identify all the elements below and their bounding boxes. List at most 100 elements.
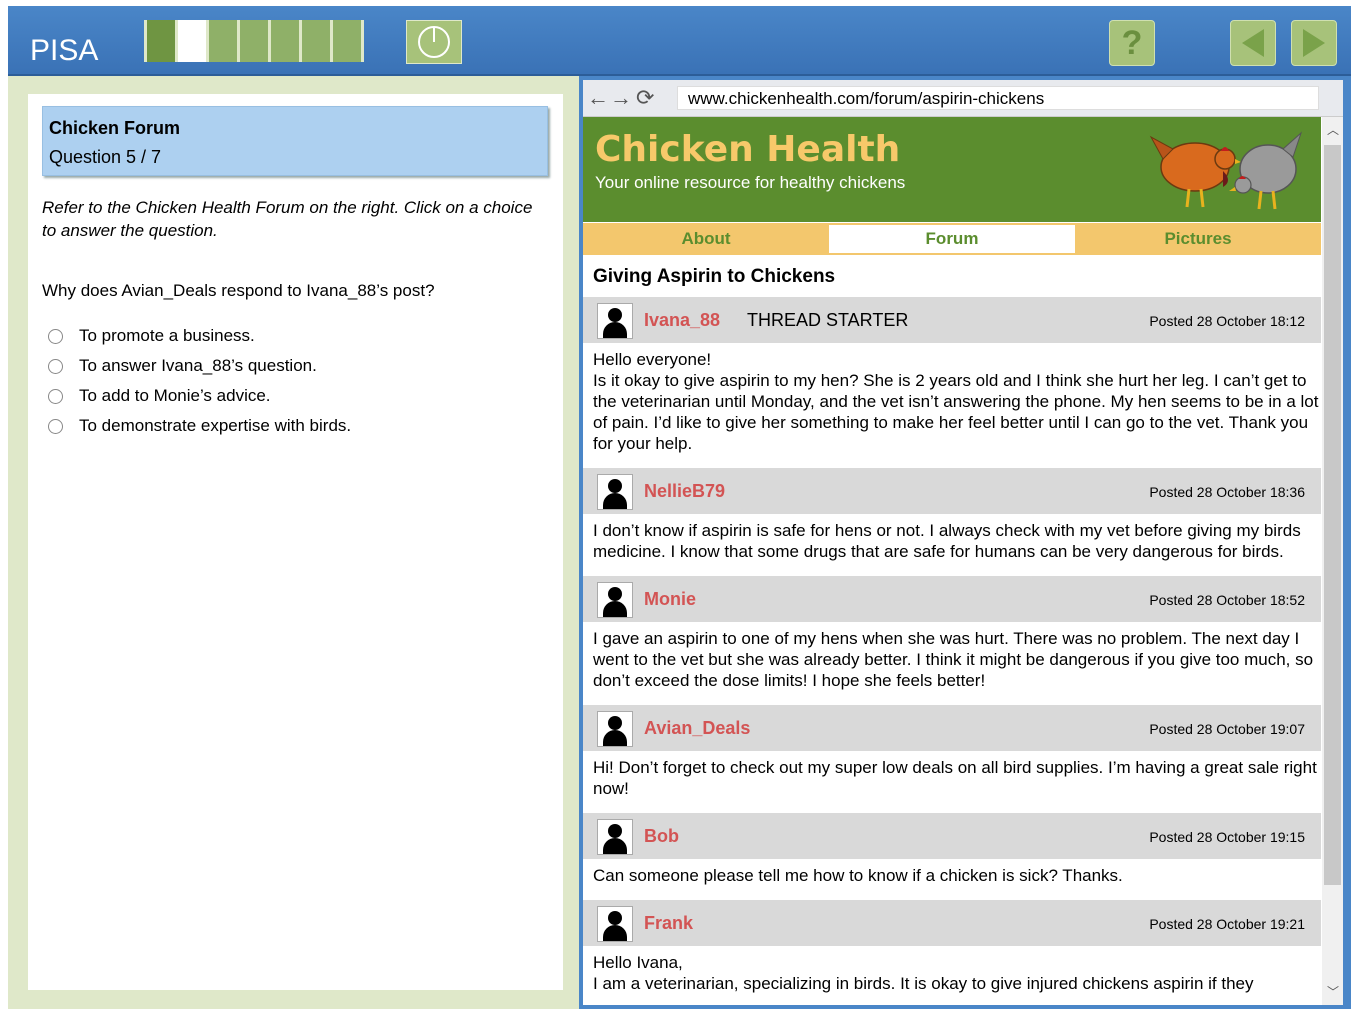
- avatar-icon: [597, 582, 633, 618]
- answer-options: To promote a business. To answer Ivana_8…: [48, 321, 351, 441]
- question-text: Why does Avian_Deals respond to Ivana_88…: [42, 281, 435, 300]
- radio-button[interactable]: [48, 328, 63, 344]
- progress-indicator: [144, 20, 364, 62]
- progress-segment: [147, 20, 175, 62]
- post-text: Hi! Don’t forget to check out my super l…: [593, 758, 1317, 798]
- option-label: To promote a business.: [79, 326, 255, 345]
- answer-option[interactable]: To add to Monie’s advice.: [48, 381, 351, 411]
- site-title: Chicken Health: [595, 129, 901, 170]
- radio-button[interactable]: [48, 358, 63, 374]
- clock-icon: [418, 26, 450, 58]
- forum-posts: Ivana_88 THREAD STARTER Posted 28 October …: [583, 297, 1321, 1005]
- post-header: Ivana_88 THREAD STARTER Posted 28 October …: [583, 297, 1321, 343]
- post-text: I don’t know if aspirin is safe for hens…: [593, 521, 1301, 561]
- post-header: Bob Posted 28 October 19:15: [583, 813, 1321, 859]
- scroll-down-icon[interactable]: ﹀: [1327, 983, 1339, 1000]
- website-content: Chicken Health Your online resource for …: [583, 117, 1321, 1005]
- tab-pictures[interactable]: Pictures: [1075, 223, 1321, 255]
- avatar-icon: [597, 303, 633, 339]
- post-body: Hi! Don’t forget to check out my super l…: [583, 751, 1321, 813]
- post-username[interactable]: Bob: [644, 826, 679, 847]
- post-body: Hello everyone! Is it okay to give aspiri…: [583, 343, 1321, 468]
- post-timestamp: Posted 28 October 19:15: [1149, 829, 1305, 845]
- answer-option[interactable]: To answer Ivana_88’s question.: [48, 351, 351, 381]
- question-header: Chicken Forum Question 5 / 7: [42, 106, 548, 176]
- progress-segment: [240, 20, 268, 62]
- site-nav: About Forum Pictures: [583, 223, 1321, 255]
- answer-option[interactable]: To demonstrate expertise with birds.: [48, 411, 351, 441]
- option-label: To demonstrate expertise with birds.: [79, 416, 352, 435]
- previous-button[interactable]: [1230, 20, 1276, 66]
- radio-button[interactable]: [48, 418, 63, 434]
- forum-post: Bob Posted 28 October 19:15 Can someone pl…: [583, 813, 1321, 900]
- pisa-logo: PISA: [30, 34, 99, 67]
- post-header: Avian_Deals Posted 28 October 19:07: [583, 705, 1321, 751]
- answer-option[interactable]: To promote a business.: [48, 321, 351, 351]
- post-body: Can someone please tell me how to know i…: [583, 859, 1321, 900]
- thread-title: Giving Aspirin to Chickens: [593, 266, 836, 287]
- scroll-up-icon[interactable]: ︿: [1327, 121, 1339, 138]
- browser-window: ←→ ⟳ www.chickenhealth.com/forum/aspirin-…: [583, 80, 1343, 1005]
- avatar-icon: [597, 906, 633, 942]
- progress-segment: [209, 20, 237, 62]
- option-label: To add to Monie’s advice.: [79, 386, 271, 405]
- question-number: Question 5 / 7: [49, 147, 162, 167]
- post-text: I gave an aspirin to one of my hens when…: [593, 629, 1314, 690]
- scroll-thumb[interactable]: [1324, 145, 1341, 885]
- help-icon: ?: [1121, 23, 1143, 62]
- address-bar: ←→ ⟳ www.chickenhealth.com/forum/aspirin-…: [583, 80, 1343, 117]
- post-header: Monie Posted 28 October 18:52: [583, 576, 1321, 622]
- post-body: I gave an aspirin to one of my hens when…: [583, 622, 1321, 705]
- question-panel: Chicken Forum Question 5 / 7 Refer to th…: [28, 94, 563, 990]
- post-text: Is it okay to give aspirin to my hen? Sh…: [593, 371, 1319, 453]
- forum-post: Ivana_88 THREAD STARTER Posted 28 October …: [583, 297, 1321, 468]
- forum-post: Avian_Deals Posted 28 October 19:07 Hi! Do…: [583, 705, 1321, 813]
- site-subtitle: Your online resource for healthy chicken…: [595, 173, 906, 192]
- radio-button[interactable]: [48, 388, 63, 404]
- avatar-icon: [597, 711, 633, 747]
- thread-starter-label: THREAD STARTER: [747, 310, 909, 330]
- post-text: Can someone please tell me how to know i…: [593, 866, 1123, 885]
- post-username[interactable]: NellieB79: [644, 481, 725, 502]
- progress-segment: [302, 20, 330, 62]
- back-arrow-icon[interactable]: ←: [587, 85, 610, 110]
- option-label: To answer Ivana_88’s question.: [79, 356, 317, 375]
- arrow-right-icon: [1303, 29, 1325, 57]
- post-timestamp: Posted 28 October 18:52: [1149, 592, 1305, 608]
- post-text: I am a veterinarian, specializing in bir…: [593, 974, 1254, 993]
- tab-about[interactable]: About: [583, 223, 829, 255]
- post-timestamp: Posted 28 October 18:12: [1149, 313, 1305, 329]
- help-button[interactable]: ?: [1109, 20, 1155, 66]
- timer-button[interactable]: [406, 20, 462, 64]
- forum-post: Frank Posted 28 October 19:21 Hello Ivana,…: [583, 900, 1321, 1005]
- next-button[interactable]: [1291, 20, 1337, 66]
- post-text: Hello everyone!: [593, 350, 712, 369]
- reload-icon[interactable]: ⟳: [636, 85, 655, 110]
- post-timestamp: Posted 28 October 19:21: [1149, 916, 1305, 932]
- post-body: Hello Ivana, I am a veterinarian, special…: [583, 946, 1321, 1005]
- instructions: Refer to the Chicken Health Forum on the…: [42, 198, 533, 240]
- browser-nav: ←→ ⟳: [587, 85, 655, 111]
- site-banner: Chicken Health Your online resource for …: [583, 117, 1321, 222]
- top-bar: PISA ?: [8, 6, 1351, 76]
- forward-arrow-icon[interactable]: →: [610, 85, 633, 110]
- post-username[interactable]: Frank: [644, 913, 693, 934]
- post-header: Frank Posted 28 October 19:21: [583, 900, 1321, 946]
- tab-forum[interactable]: Forum: [829, 225, 1075, 253]
- progress-segment: [271, 20, 299, 62]
- post-username[interactable]: Avian_Deals: [644, 718, 750, 739]
- avatar-icon: [597, 474, 633, 510]
- post-timestamp: Posted 28 October 18:36: [1149, 484, 1305, 500]
- post-text: Hello Ivana,: [593, 953, 683, 972]
- post-timestamp: Posted 28 October 19:07: [1149, 721, 1305, 737]
- unit-title: Chicken Forum: [49, 118, 181, 138]
- post-header: NellieB79 Posted 28 October 18:36: [583, 468, 1321, 514]
- arrow-left-icon: [1242, 29, 1264, 57]
- post-body: I don’t know if aspirin is safe for hens…: [583, 514, 1321, 576]
- scrollbar[interactable]: ︿ ﹀: [1322, 117, 1343, 1005]
- chickens-illustration: [1149, 131, 1303, 210]
- forum-post: Monie Posted 28 October 18:52 I gave an as…: [583, 576, 1321, 705]
- url-field[interactable]: www.chickenhealth.com/forum/aspirin-chic…: [677, 86, 1319, 110]
- post-username[interactable]: Monie: [644, 589, 696, 610]
- post-username[interactable]: Ivana_88: [644, 310, 720, 331]
